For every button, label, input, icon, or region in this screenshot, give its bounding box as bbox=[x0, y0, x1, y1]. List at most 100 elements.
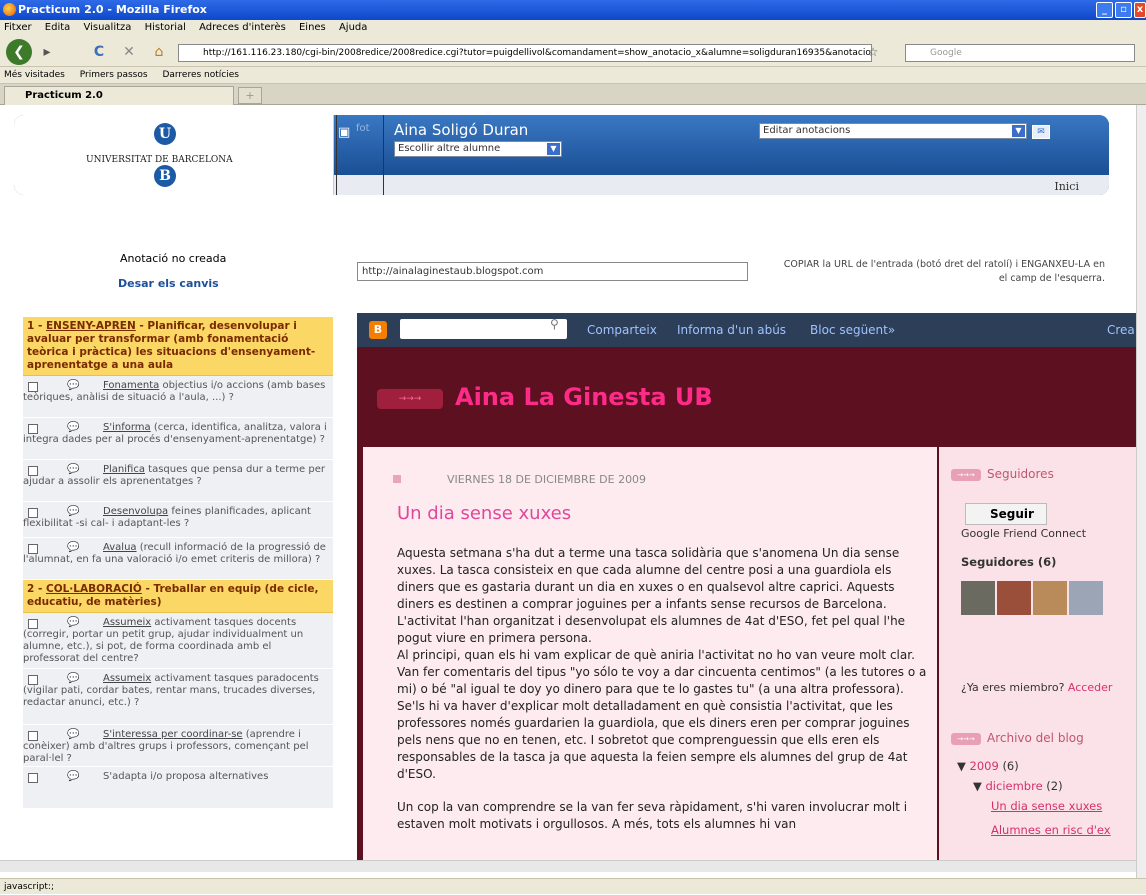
competence-item: 💬 Fonamenta objectius i/o accions (amb ba… bbox=[23, 376, 333, 418]
comment-icon[interactable]: 💬 bbox=[67, 464, 79, 476]
checkbox[interactable] bbox=[28, 773, 38, 783]
annotations-select-value: Editar anotacions bbox=[763, 125, 851, 136]
follower-avatar[interactable] bbox=[1069, 581, 1103, 615]
comment-icon[interactable]: 💬 bbox=[67, 380, 79, 392]
section-key-link[interactable]: COL·LABORACIÓ bbox=[46, 583, 142, 595]
search-input[interactable]: Google bbox=[905, 44, 1135, 62]
archive-post-link[interactable]: Alumnes en risc d'ex bbox=[991, 823, 1111, 837]
archive-year-link[interactable]: 2009 bbox=[970, 759, 999, 773]
arrow-icon: →→→ bbox=[951, 732, 981, 745]
blogger-logo-icon[interactable]: B bbox=[369, 321, 387, 339]
report-abuse-link[interactable]: Informa d'un abús bbox=[677, 323, 786, 337]
item-verb-link[interactable]: Fonamenta bbox=[103, 380, 159, 391]
menu-edit[interactable]: Edita bbox=[45, 22, 71, 33]
comment-icon[interactable]: 💬 bbox=[67, 729, 79, 741]
next-blog-link[interactable]: Bloc següent» bbox=[810, 323, 895, 337]
bookmark-latest-news[interactable]: Darreres notícies bbox=[162, 70, 239, 80]
home-link[interactable]: Inici bbox=[1054, 180, 1079, 193]
student-select[interactable]: Escollir altre alumne ▼ bbox=[394, 141, 562, 157]
archive-year[interactable]: ▼ 2009 (6) bbox=[957, 759, 1019, 773]
menu-help[interactable]: Ajuda bbox=[339, 22, 367, 33]
menu-history[interactable]: Historial bbox=[145, 22, 186, 33]
maximize-icon[interactable]: ▫ bbox=[1115, 2, 1132, 18]
item-verb-link[interactable]: Desenvolupa bbox=[103, 506, 168, 517]
back-icon[interactable]: ❮ bbox=[6, 39, 32, 65]
post-title[interactable]: Un dia sense xuxes bbox=[397, 503, 571, 524]
checkbox[interactable] bbox=[28, 619, 38, 629]
blog-search-input[interactable] bbox=[400, 319, 567, 339]
section-header: 2 - COL·LABORACIÓ - Treballar en equip (… bbox=[23, 580, 333, 613]
archive-month-link[interactable]: diciembre bbox=[986, 779, 1043, 793]
comment-icon[interactable]: 💬 bbox=[67, 422, 79, 434]
search-icon[interactable]: ⚲ bbox=[550, 317, 559, 331]
item-verb-link[interactable]: Assumeix bbox=[103, 617, 151, 628]
archive-month[interactable]: ▼ diciembre (2) bbox=[973, 779, 1063, 793]
follow-button[interactable]: Seguir bbox=[965, 503, 1047, 525]
checkbox[interactable] bbox=[28, 544, 38, 554]
reload-icon[interactable]: C bbox=[88, 41, 110, 63]
star-icon[interactable]: ☆ bbox=[862, 41, 884, 63]
comment-icon[interactable]: 💬 bbox=[67, 617, 79, 629]
section-key-link[interactable]: ENSENY-APREN bbox=[46, 320, 136, 332]
mail-icon[interactable]: ✉ bbox=[1032, 125, 1050, 139]
bookmark-most-visited[interactable]: Més visitades bbox=[4, 70, 65, 80]
follower-avatar[interactable] bbox=[961, 581, 995, 615]
checkbox[interactable] bbox=[28, 675, 38, 685]
close-icon[interactable]: x bbox=[1134, 2, 1146, 18]
bookmarks-toolbar: Més visitades Primers passos Darreres no… bbox=[0, 67, 1146, 84]
item-text: S'adapta i/o proposa alternatives bbox=[103, 771, 269, 782]
checkbox[interactable] bbox=[28, 731, 38, 741]
arrow-icon: →→→ bbox=[951, 468, 981, 481]
post-paragraph: Un cop la van comprendre se la van fer s… bbox=[397, 800, 908, 831]
create-link[interactable]: Crea bbox=[1107, 323, 1135, 337]
menu-bar: Fitxer Edita Visualitza Historial Adrece… bbox=[0, 20, 1146, 36]
post-area: VIERNES 18 DE DICIEMBRE DE 2009 Un dia s… bbox=[363, 447, 937, 860]
annotations-select[interactable]: Editar anotacions ▼ bbox=[759, 123, 1027, 139]
item-verb-link[interactable]: S'informa bbox=[103, 422, 151, 433]
menu-view[interactable]: Visualitza bbox=[83, 22, 131, 33]
horizontal-scrollbar[interactable] bbox=[0, 860, 1136, 872]
chevron-down-icon: ▼ bbox=[1012, 125, 1025, 137]
checkbox[interactable] bbox=[28, 508, 38, 518]
bookmark-getting-started[interactable]: Primers passos bbox=[80, 70, 148, 80]
ub-b-icon: B bbox=[154, 165, 176, 187]
comment-icon[interactable]: 💬 bbox=[67, 771, 79, 783]
home-icon[interactable]: ⌂ bbox=[148, 41, 170, 63]
checkbox[interactable] bbox=[28, 382, 38, 392]
follower-avatar[interactable] bbox=[1033, 581, 1067, 615]
follower-avatar[interactable] bbox=[997, 581, 1031, 615]
post-date: VIERNES 18 DE DICIEMBRE DE 2009 bbox=[447, 473, 647, 486]
competence-item: 💬 Avalua (recull informació de la progres… bbox=[23, 538, 333, 580]
menu-tools[interactable]: Eines bbox=[299, 22, 326, 33]
arrow-icon: →→→ bbox=[377, 389, 443, 409]
menu-file[interactable]: Fitxer bbox=[4, 22, 32, 33]
new-tab-icon[interactable]: + bbox=[238, 87, 262, 104]
forward-icon[interactable]: ▸ bbox=[36, 41, 58, 63]
entry-url-input[interactable]: http://ainalaginestaub.blogspot.com bbox=[357, 262, 748, 281]
vertical-scrollbar[interactable] bbox=[1136, 105, 1146, 878]
competence-item: 💬 Assumeix activament tasques paradocents… bbox=[23, 669, 333, 725]
comment-icon[interactable]: 💬 bbox=[67, 542, 79, 554]
chevron-down-icon: ▼ bbox=[547, 143, 560, 155]
tab-practicum[interactable]: Practicum 2.0 bbox=[4, 86, 234, 105]
post-paragraph: Aquesta setmana s'ha dut a terme una tas… bbox=[397, 546, 906, 645]
menu-bookmarks[interactable]: Adreces d'interès bbox=[199, 22, 286, 33]
save-changes-link[interactable]: Desar els canvis bbox=[118, 277, 219, 290]
share-link[interactable]: Comparteix bbox=[587, 323, 657, 337]
comment-icon[interactable]: 💬 bbox=[67, 506, 79, 518]
sign-in-link[interactable]: Acceder bbox=[1068, 681, 1112, 694]
competence-panel: 1 - ENSENY-APREN - Planificar, desenvolu… bbox=[23, 317, 333, 862]
item-verb-link[interactable]: Planifica bbox=[103, 464, 145, 475]
stop-icon[interactable]: ✕ bbox=[118, 41, 140, 63]
item-verb-link[interactable]: S'interessa per coordinar-se bbox=[103, 729, 243, 740]
checkbox[interactable] bbox=[28, 466, 38, 476]
blog-title[interactable]: Aina La Ginesta UB bbox=[455, 383, 713, 411]
item-verb-link[interactable]: Assumeix bbox=[103, 673, 151, 684]
minimize-icon[interactable]: _ bbox=[1096, 2, 1113, 18]
url-bar[interactable]: http://161.116.23.180/cgi-bin/2008redice… bbox=[178, 44, 872, 62]
page-header: U B UNIVERSITAT DE BARCELONA ▣ fot Aina … bbox=[14, 115, 1109, 195]
checkbox[interactable] bbox=[28, 424, 38, 434]
archive-post-link[interactable]: Un dia sense xuxes bbox=[991, 799, 1102, 813]
item-verb-link[interactable]: Avalua bbox=[103, 542, 137, 553]
comment-icon[interactable]: 💬 bbox=[67, 673, 79, 685]
